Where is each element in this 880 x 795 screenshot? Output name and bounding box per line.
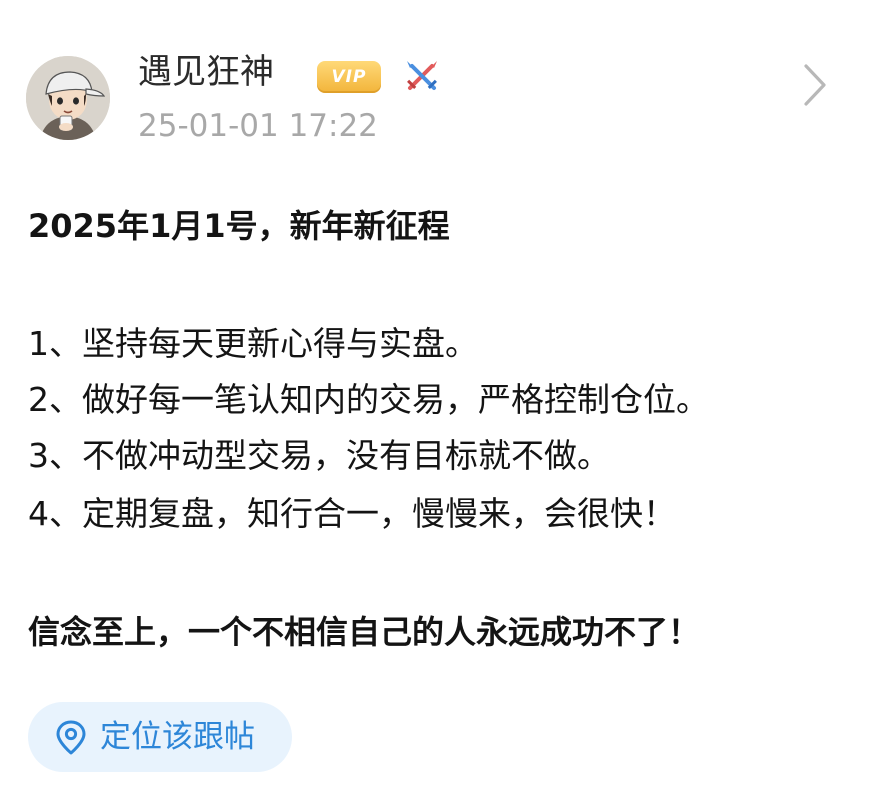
list-item: 2、做好每一笔认知内的交易，严格控制仓位。 <box>28 380 709 419</box>
chevron-right-icon[interactable] <box>800 62 830 108</box>
locate-reply-button[interactable]: 定位该跟帖 <box>28 702 292 772</box>
post-timestamp: 25-01-01 17:22 <box>138 108 378 144</box>
list-item: 4、定期复盘，知行合一，慢慢来，会很快！ <box>28 494 676 533</box>
locate-reply-label: 定位该跟帖 <box>100 719 255 755</box>
list-item: 1、坚持每天更新心得与实盘。 <box>28 324 478 363</box>
author-name[interactable]: 遇见狂神 <box>138 52 274 92</box>
list-item: 3、不做冲动型交易，没有目标就不做。 <box>28 436 610 475</box>
location-pin-icon <box>56 720 86 755</box>
post-header: 遇见狂神 VIP 25-01-01 17:22 <box>0 0 880 170</box>
vip-badge: VIP <box>317 61 381 93</box>
post-closing-line: 信念至上，一个不相信自己的人永远成功不了！ <box>28 613 701 651</box>
crossed-swords-icon <box>407 61 437 90</box>
avatar[interactable] <box>26 56 110 140</box>
post-title-line: 2025年1月1号，新年新征程 <box>28 207 450 245</box>
